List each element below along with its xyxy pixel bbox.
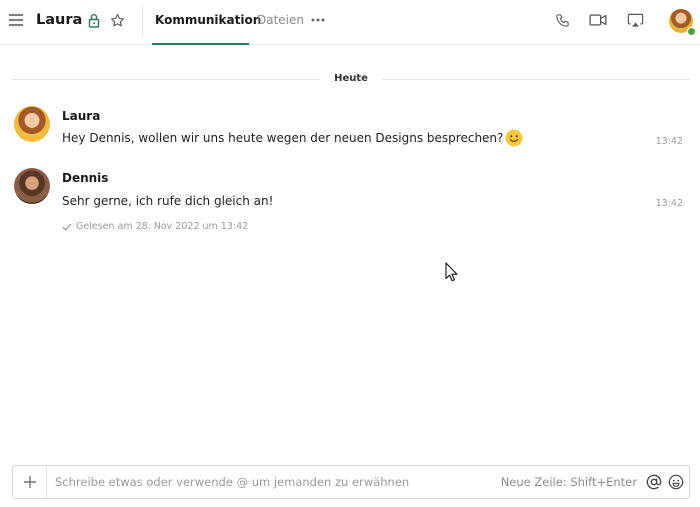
more-icon[interactable] — [310, 10, 326, 30]
avatar-laura[interactable] — [14, 106, 50, 142]
menu-icon[interactable] — [6, 10, 26, 30]
active-tab-indicator — [152, 43, 249, 45]
lock-icon[interactable] — [86, 11, 102, 29]
message-input[interactable] — [47, 466, 501, 498]
presence-status-dot — [687, 27, 696, 36]
user-avatar[interactable] — [669, 9, 696, 36]
star-icon[interactable] — [108, 11, 126, 29]
avatar-dennis[interactable] — [14, 168, 50, 204]
message-sender[interactable]: Laura — [62, 108, 100, 124]
message-timestamp: 13:42 — [655, 136, 683, 147]
plus-icon — [23, 476, 36, 488]
message-timestamp: 13:42 — [655, 198, 683, 209]
newline-hint: Neue Zeile: Shift+Enter — [500, 475, 637, 489]
check-icon — [62, 223, 72, 231]
slightly-smiling-face-icon — [505, 129, 523, 147]
video-icon[interactable] — [588, 11, 608, 29]
chat-title: Laura — [36, 12, 83, 28]
read-receipt-text: Gelesen am 28. Nov 2022 um 13:42 — [76, 221, 249, 232]
phone-icon[interactable] — [552, 11, 572, 29]
tab-kommunikation[interactable]: Kommunikation — [155, 10, 261, 30]
message-text: Hey Dennis, wollen wir uns heute wegen d… — [62, 128, 523, 148]
date-divider-line-right — [382, 79, 690, 80]
chat-header: Laura Kommunikation Dateien — [0, 0, 700, 45]
message-body: Sehr gerne, ich rufe dich gleich an! — [62, 194, 274, 208]
read-receipt: Gelesen am 28. Nov 2022 um 13:42 — [62, 220, 248, 234]
emoji-picker-icon[interactable] — [667, 473, 685, 491]
mouse-cursor-icon — [445, 262, 459, 282]
header-separator — [142, 7, 143, 37]
message-composer: Neue Zeile: Shift+Enter — [12, 465, 690, 499]
message-text: Sehr gerne, ich rufe dich gleich an! — [62, 191, 273, 211]
mention-icon[interactable] — [645, 473, 663, 491]
date-divider-line-left — [12, 79, 320, 80]
message-sender[interactable]: Dennis — [62, 170, 108, 186]
message-body: Hey Dennis, wollen wir uns heute wegen d… — [62, 131, 504, 145]
tab-dateien[interactable]: Dateien — [257, 10, 304, 30]
add-attachment-button[interactable] — [13, 466, 47, 498]
date-divider-label: Heute — [334, 73, 368, 84]
screen-share-icon[interactable] — [625, 11, 645, 29]
